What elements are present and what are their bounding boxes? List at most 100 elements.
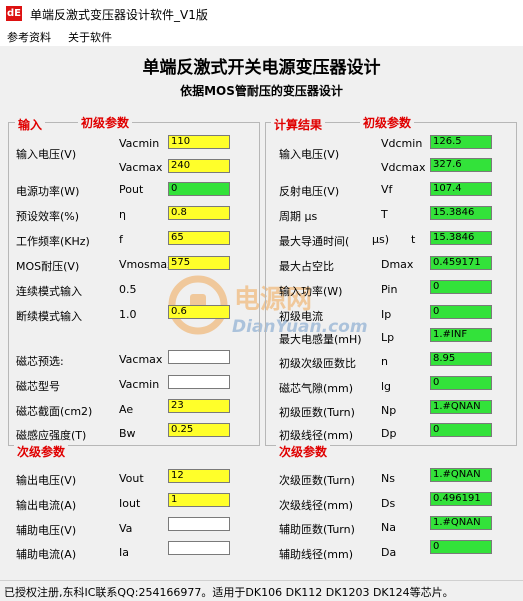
- result-label: 初级电流: [279, 310, 323, 323]
- page-subtitle: 依据MOS管耐压的变压器设计: [180, 84, 343, 98]
- result-secondary-label: 次级匝数(Turn): [279, 474, 355, 487]
- result-symbol: Dp: [381, 427, 397, 440]
- na-output: 1.#QNAN: [430, 516, 492, 530]
- input-symbol: Vmosmax: [119, 258, 174, 271]
- input-label: 电源功率(W): [16, 185, 80, 198]
- input-symbol: 0.5: [119, 283, 137, 296]
- core-model-input[interactable]: [168, 375, 230, 389]
- result-symbol: Ip: [381, 308, 392, 321]
- gap-output: 0: [430, 376, 492, 390]
- result-secondary-symbol: Da: [381, 546, 397, 559]
- result-secondary-label: 辅助匝数(Turn): [279, 523, 355, 536]
- frequency-input[interactable]: 65: [168, 231, 230, 245]
- result-symbol: lg: [381, 380, 392, 393]
- ia-input[interactable]: [168, 541, 230, 555]
- input-label: 磁感应强度(T): [16, 429, 87, 442]
- secondary-label: 输出电压(V): [16, 474, 77, 487]
- input-primary-title: 初级参数: [78, 114, 133, 131]
- input-symbol: Pout: [119, 183, 144, 196]
- vout-input[interactable]: 12: [168, 469, 230, 483]
- ip-output: 0: [430, 305, 492, 319]
- result-secondary-label: 次级线径(mm): [279, 499, 354, 512]
- input-label: 磁芯预选:: [16, 355, 64, 368]
- dp-output: 0: [430, 423, 492, 437]
- result-symbol: Vdcmin: [381, 137, 423, 150]
- input-label: MOS耐压(V): [16, 260, 80, 273]
- input-label: 预设效率(%): [16, 210, 80, 223]
- ds-output: 0.496191: [430, 492, 492, 506]
- efficiency-input[interactable]: 0.8: [168, 206, 230, 220]
- status-bar: 已授权注册,东科IC联系QQ:254166977。适用于DK106 DK112 …: [0, 580, 523, 601]
- result-symbol: T: [381, 208, 388, 221]
- vacmax-input[interactable]: 240: [168, 159, 230, 173]
- result-symbol: Vf: [381, 183, 393, 196]
- input-section-title: 输入: [15, 116, 46, 133]
- vacmin-input[interactable]: 110: [168, 135, 230, 149]
- result-symbol: Dmax: [381, 258, 414, 271]
- input-symbol: Ae: [119, 403, 134, 416]
- input-symbol: f: [119, 233, 123, 246]
- input-symbol: η: [119, 208, 126, 221]
- mos-voltage-input[interactable]: 575: [168, 256, 230, 270]
- result-label: 磁芯气隙(mm): [279, 382, 354, 395]
- menu-reference[interactable]: 参考资料: [7, 29, 51, 45]
- result-label: 反射电压(V): [279, 185, 340, 198]
- input-symbol: Vacmin: [119, 378, 160, 391]
- mode-input[interactable]: 0.6: [168, 305, 230, 319]
- ton-output: 15.3846: [430, 231, 492, 245]
- result-symbol: Vdcmax: [381, 161, 426, 174]
- result-label: 初级次级匝数比: [279, 357, 356, 370]
- result-label: 输入电压(V): [279, 148, 340, 161]
- input-label: 工作频率(KHz): [16, 235, 90, 248]
- status-text: 已授权注册,东科IC联系QQ:254166977。适用于DK106 DK112 …: [4, 586, 454, 599]
- input-label: 磁芯截面(cm2): [16, 405, 93, 418]
- vf-output: 107.4: [430, 182, 492, 196]
- secondary-symbol: Iout: [119, 497, 141, 510]
- input-label: 连续模式输入: [16, 285, 82, 298]
- result-label: 最大占空比: [279, 260, 334, 273]
- result-secondary-label: 辅助线径(mm): [279, 548, 354, 561]
- iout-input[interactable]: 1: [168, 493, 230, 507]
- period-output: 15.3846: [430, 206, 492, 220]
- input-symbol: 1.0: [119, 308, 137, 321]
- vdcmin-output: 126.5: [430, 135, 492, 149]
- input-symbol: Vacmin: [119, 137, 160, 150]
- input-label: 断续模式输入: [16, 310, 82, 323]
- secondary-symbol: Ia: [119, 546, 129, 559]
- window-title: 单端反激式变压器设计软件_V1版: [30, 8, 208, 22]
- pin-output: 0: [430, 280, 492, 294]
- input-symbol: Vacmax: [119, 161, 163, 174]
- result-secondary-symbol: Ds: [381, 497, 396, 510]
- core-area-input[interactable]: 23: [168, 399, 230, 413]
- result-label: 初级线径(mm): [279, 429, 354, 442]
- title-bar: dE 单端反激式变压器设计软件_V1版: [0, 0, 523, 27]
- result-label: 最大导通时间(: [279, 235, 350, 248]
- input-symbol: Bw: [119, 427, 136, 440]
- pout-input[interactable]: 0: [168, 182, 230, 196]
- result-symbol: n: [381, 355, 388, 368]
- result-label-unit: μs): [372, 233, 390, 246]
- secondary-symbol: Va: [119, 522, 133, 535]
- dmax-output: 0.459171: [430, 256, 492, 270]
- input-label: 磁芯型号: [16, 380, 60, 393]
- secondary-label: 输出电流(A): [16, 499, 77, 512]
- input-symbol: Vacmax: [119, 353, 163, 366]
- app-logo-icon: dE: [6, 6, 22, 21]
- secondary-label: 辅助电流(A): [16, 548, 77, 561]
- menu-about[interactable]: 关于软件: [68, 29, 112, 45]
- turns-ratio-output: 8.95: [430, 352, 492, 366]
- secondary-section-title: 次级参数: [14, 443, 69, 460]
- np-output: 1.#QNAN: [430, 400, 492, 414]
- va-input[interactable]: [168, 517, 230, 531]
- result-symbol: Np: [381, 404, 397, 417]
- result-symbol: Pin: [381, 283, 398, 296]
- core-preselect-input[interactable]: [168, 350, 230, 364]
- page-title: 单端反激式开关电源变压器设计: [142, 58, 381, 78]
- result-label: 最大电感量(mH): [279, 333, 362, 346]
- result-primary-title: 初级参数: [360, 114, 415, 131]
- result-symbol: Lp: [381, 331, 395, 344]
- vdcmax-output: 327.6: [430, 158, 492, 172]
- flux-density-input[interactable]: 0.25: [168, 423, 230, 437]
- result-secondary-symbol: Na: [381, 521, 396, 534]
- result-secondary-symbol: Ns: [381, 472, 395, 485]
